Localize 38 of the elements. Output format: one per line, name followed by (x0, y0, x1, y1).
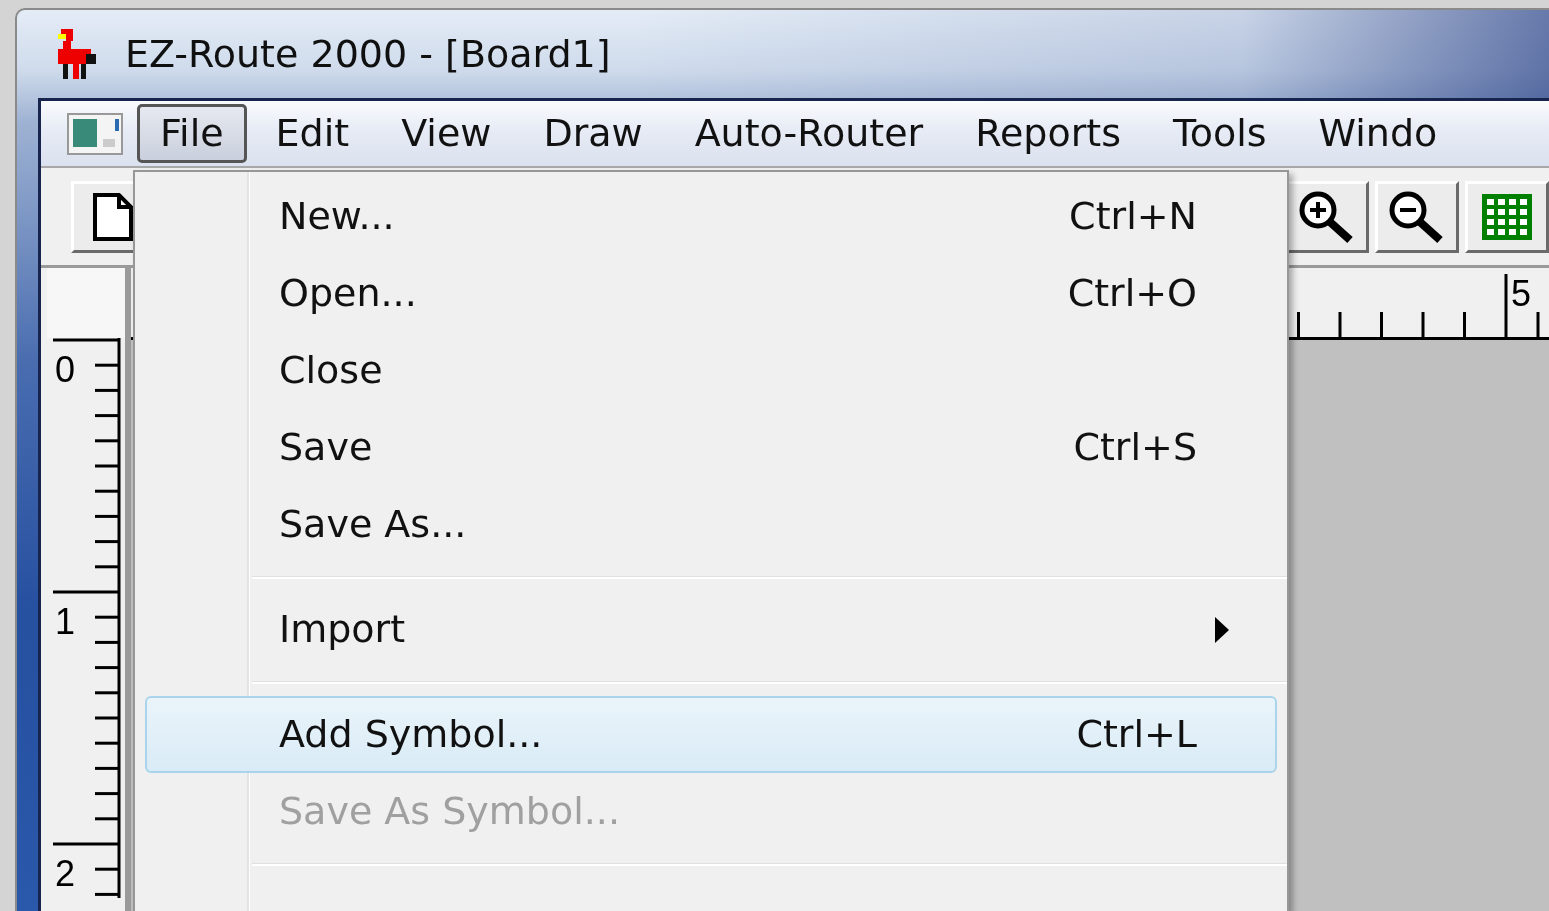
menu-item[interactable]: Reports (952, 103, 1144, 164)
option-label: Import (279, 606, 406, 653)
shortcut-label: Ctrl+S (1073, 424, 1197, 471)
menu-item[interactable]: Draw (520, 103, 666, 164)
menu-item[interactable]: View (378, 103, 515, 164)
menu-item[interactable]: Edit (252, 103, 373, 164)
menu-item[interactable]: Auto-Router (671, 103, 947, 164)
ruler-number: 5 (1511, 273, 1532, 314)
option-label: New... (279, 193, 395, 240)
grid-icon (1482, 193, 1532, 240)
submenu-arrow-icon (1215, 616, 1229, 643)
zoom-out-button[interactable] (1375, 180, 1459, 253)
ruler-number: 0 (55, 349, 76, 390)
ruler-number: 1 (55, 601, 76, 642)
menu-option[interactable]: Import (145, 591, 1277, 668)
menu-option[interactable]: Save As... (145, 486, 1277, 563)
menu-option[interactable]: Add Symbol... Ctrl+L (145, 696, 1277, 773)
option-label: Add Symbol... (279, 711, 543, 758)
option-label: Open... (279, 270, 417, 317)
page-icon (93, 192, 133, 241)
window-title: EZ-Route 2000 - [Board1] (125, 30, 611, 78)
shortcut-label: Ctrl+N (1069, 193, 1197, 240)
menu-option[interactable]: New... Ctrl+N (145, 178, 1277, 255)
option-label: Close (279, 347, 383, 394)
menu-option[interactable]: Open... Ctrl+O (145, 255, 1277, 332)
shortcut-label: Ctrl+L (1076, 711, 1197, 758)
menu-item[interactable]: File (137, 103, 247, 164)
menu-item[interactable]: Tools (1149, 103, 1290, 164)
option-label: Save (279, 424, 373, 471)
menu-item[interactable]: Windo (1295, 103, 1461, 164)
menu-option[interactable]: Save Ctrl+S (145, 409, 1277, 486)
menu-option[interactable]: Close (145, 332, 1277, 409)
window-icon[interactable] (67, 112, 123, 155)
grid-button[interactable] (1465, 180, 1549, 253)
option-label: Save As... (279, 501, 467, 548)
shortcut-label: Ctrl+O (1067, 270, 1197, 317)
ruler-number: 2 (55, 853, 76, 894)
option-label: Save As Symbol... (279, 788, 621, 835)
